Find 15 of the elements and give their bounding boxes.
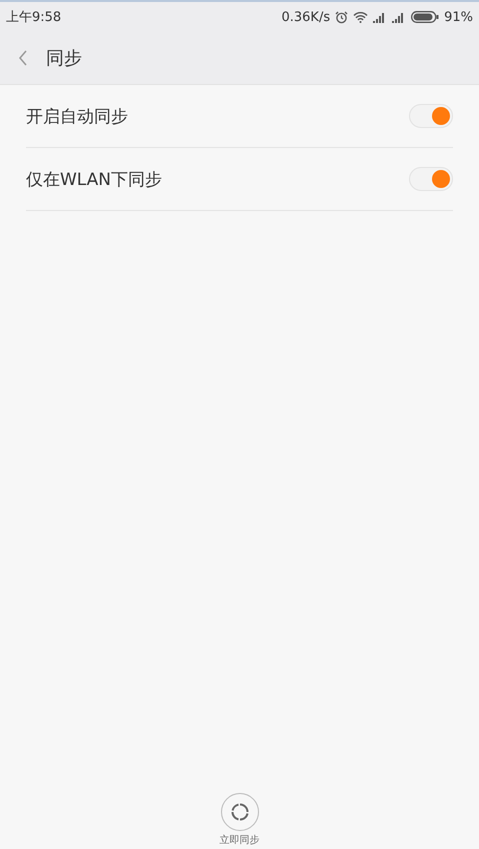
status-time: 上午9:58 xyxy=(6,9,62,26)
back-icon[interactable] xyxy=(18,50,28,66)
toggle-switch[interactable] xyxy=(409,104,453,128)
wifi-icon xyxy=(353,11,368,23)
network-speed: 0.36K/s xyxy=(281,10,330,24)
page-title: 同步 xyxy=(46,47,82,70)
battery-icon xyxy=(411,11,440,23)
sync-button[interactable] xyxy=(220,793,258,831)
setting-label: 仅在WLAN下同步 xyxy=(26,168,162,190)
refresh-icon xyxy=(230,803,248,821)
sync-label: 立即同步 xyxy=(220,834,260,847)
setting-label: 开启自动同步 xyxy=(26,106,128,128)
toggle-switch[interactable] xyxy=(409,167,453,191)
alarm-icon xyxy=(335,10,348,24)
battery-percent: 91% xyxy=(444,10,473,24)
